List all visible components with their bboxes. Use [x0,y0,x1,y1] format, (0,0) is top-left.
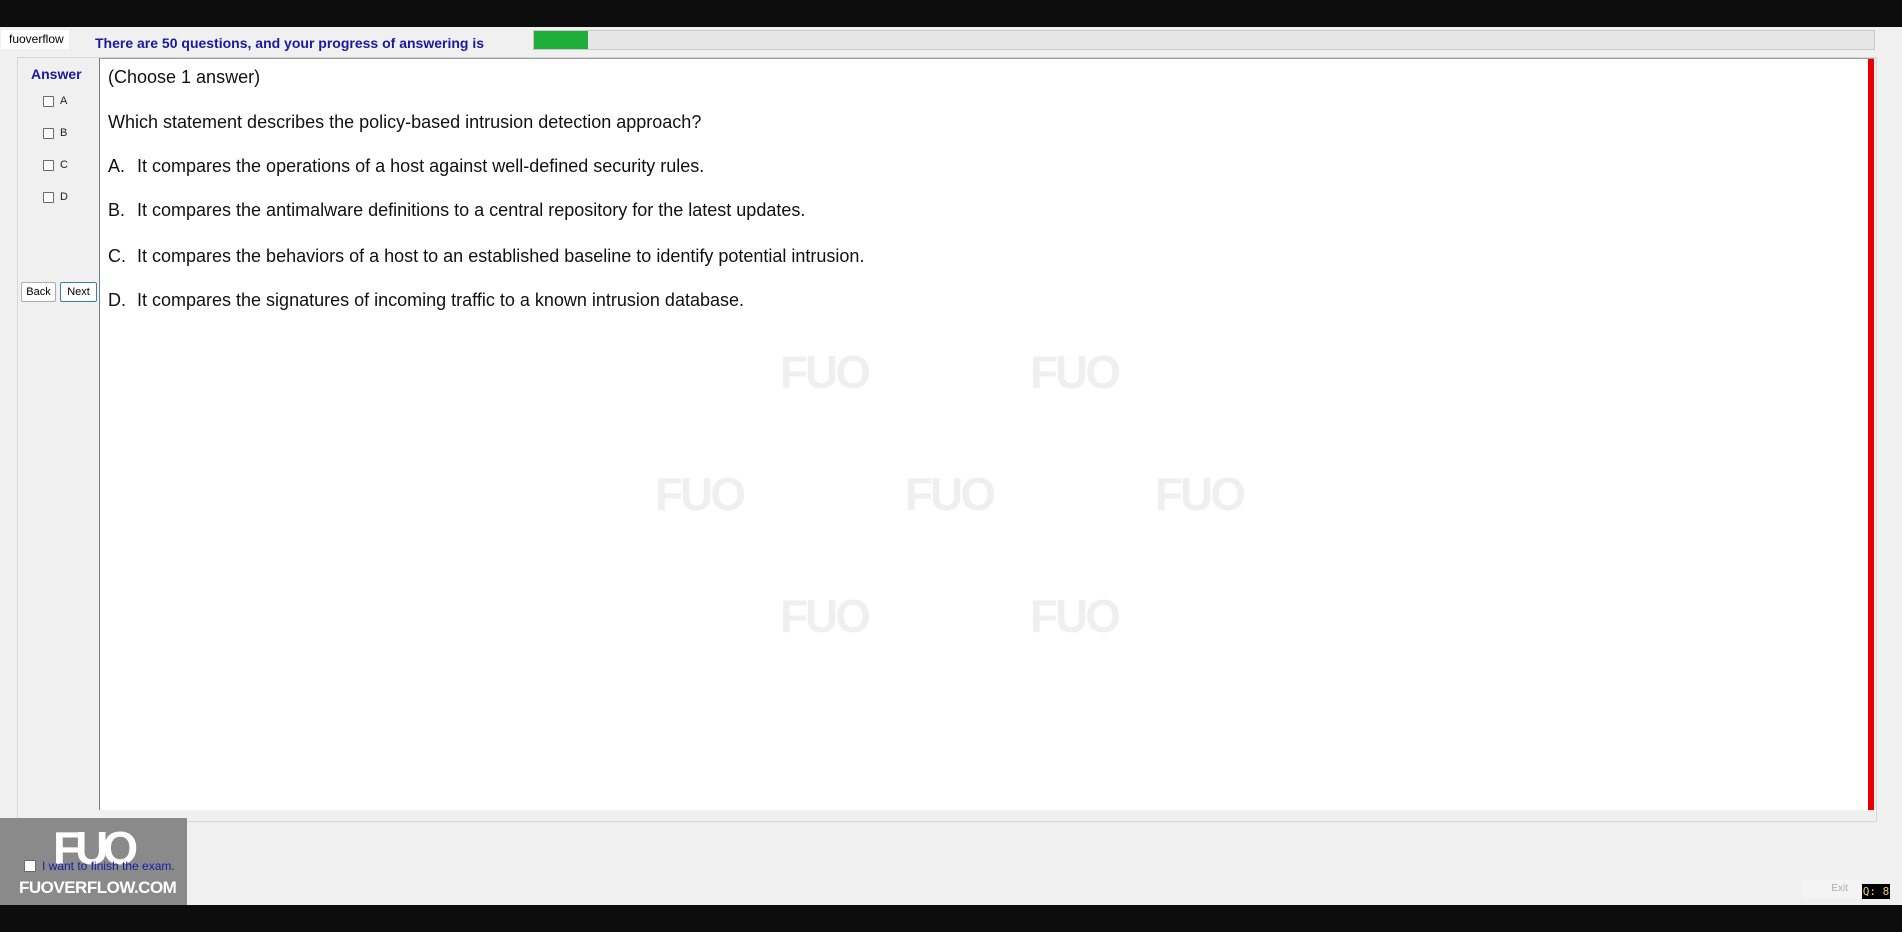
answer-option-label: D [60,191,68,203]
choice-text: It compares the signatures of incoming t… [137,290,744,310]
finish-exam-checkbox[interactable] [24,860,36,872]
question-counter: Q: 8 [1862,884,1890,899]
watermark-logo: FUO [654,468,746,520]
watermark-logo: FUO [779,590,871,642]
watermark-logo: FUO [904,468,996,520]
answer-checkbox-c[interactable] [43,159,54,171]
answer-option-label: A [60,95,68,107]
choice-letter: D. [108,290,126,310]
choice-d: D. It compares the signatures of incoming… [108,290,744,311]
answer-option-label: C [60,159,68,171]
finish-exam-label: I want to finish the exam. [42,859,175,873]
answer-checkbox-d[interactable] [43,191,54,203]
finish-exam-option[interactable]: I want to finish the exam. [24,859,175,873]
answer-checkbox-b[interactable] [43,127,54,139]
answer-option-b[interactable]: B [43,125,67,141]
choice-text: It compares the operations of a host aga… [137,156,705,176]
answer-option-d[interactable]: D [43,189,68,205]
exam-window: fuoverflow There are 50 questions, and y… [0,27,1902,905]
watermark-logo: FUO [1154,468,1246,520]
choice-c: C. It compares the behaviors of a host to… [108,246,864,267]
next-button[interactable]: Next [60,282,97,302]
choice-a: A. It compares the operations of a host a… [108,156,704,177]
choice-b: B. It compares the antimalware definition… [108,200,805,221]
choice-letter: B. [108,200,126,220]
choice-letter: C. [108,246,126,266]
progress-text: There are 50 questions, and your progres… [95,35,484,51]
choice-text: It compares the antimalware definitions … [137,200,806,220]
watermark-logo: FUO [779,346,871,398]
question-content: FUO FUO FUO FUO FUO FUO FUO (Choose 1 an… [99,58,1874,810]
back-button[interactable]: Back [21,282,56,302]
answer-option-a[interactable]: A [43,93,67,109]
answer-title: Answer [31,66,82,82]
logo-site-text: FUOVERFLOW.COM [19,878,177,897]
answer-option-c[interactable]: C [43,157,68,173]
exit-button[interactable]: Exit [1802,880,1862,898]
progress-bar [533,30,1875,50]
answer-checkbox-a[interactable] [43,95,54,107]
progress-bar-fill [534,31,588,49]
answer-option-label: B [60,127,68,139]
app-tab-label: fuoverflow [1,30,69,49]
scroll-marker[interactable] [1868,59,1874,810]
question-instruction: (Choose 1 answer) [108,67,261,87]
question-stem: Which statement describes the policy-bas… [108,112,702,132]
watermark-logo: FUO [1029,590,1121,642]
choice-text: It compares the behaviors of a host to a… [137,246,865,266]
watermark-logo: FUO [1029,346,1121,398]
choice-letter: A. [108,156,126,176]
